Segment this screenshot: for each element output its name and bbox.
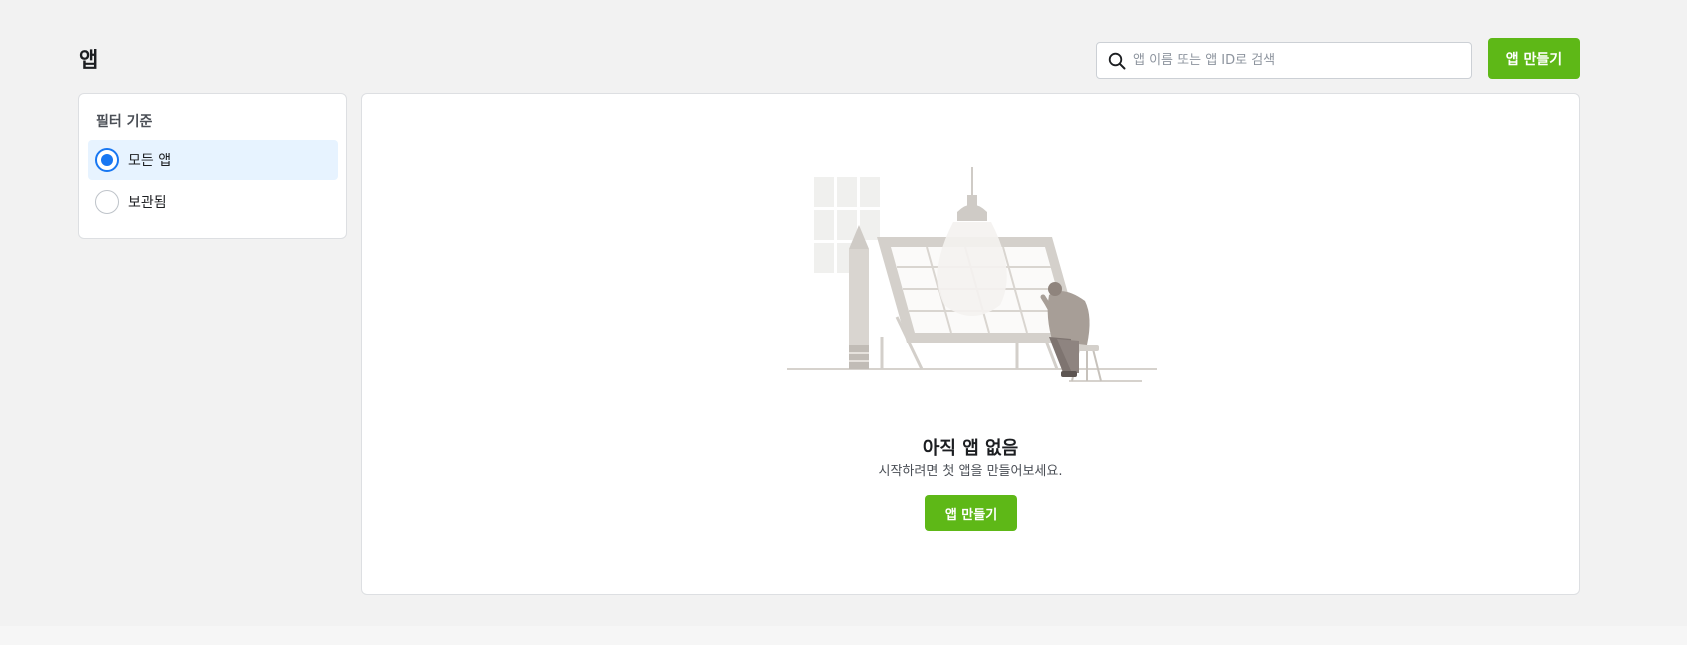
radio-archived[interactable] (95, 190, 119, 214)
filter-title: 필터 기준 (96, 114, 153, 130)
filter-option-label: 모든 앱 (128, 153, 172, 169)
apps-list-panel: 아직 앱 없음 시작하려면 첫 앱을 만들어보세요. 앱 만들기 (361, 93, 1580, 595)
filter-option-archived[interactable]: 보관됨 (88, 182, 338, 222)
page-title: 앱 (79, 48, 99, 72)
filter-panel: 필터 기준 모든 앱 보관됨 (78, 93, 347, 239)
radio-all-apps[interactable] (95, 148, 119, 172)
empty-state-subtitle: 시작하려면 첫 앱을 만들어보세요. (878, 464, 1063, 479)
filter-option-label: 보관됨 (128, 195, 167, 211)
filter-option-all-apps[interactable]: 모든 앱 (88, 140, 338, 180)
create-first-app-button[interactable]: 앱 만들기 (925, 495, 1017, 531)
apps-page: 앱 앱 만들기 필터 기준 모든 앱 보관됨 (0, 0, 1687, 645)
search-input[interactable] (1133, 45, 1453, 76)
search-icon (1107, 51, 1127, 71)
footer-band (0, 626, 1687, 645)
empty-state-title: 아직 앱 없음 (922, 438, 1019, 459)
search-box[interactable] (1096, 42, 1472, 79)
empty-state-illustration (787, 167, 1157, 382)
create-app-button[interactable]: 앱 만들기 (1488, 38, 1580, 79)
